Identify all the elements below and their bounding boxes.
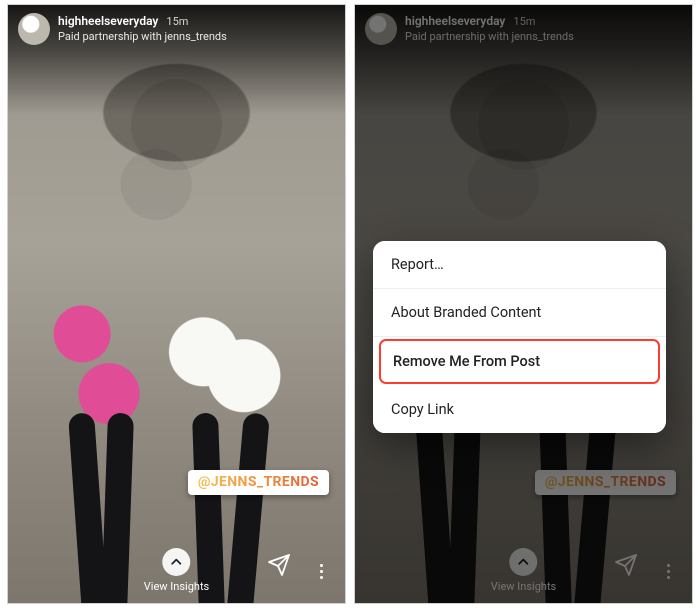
more-options-button[interactable]	[311, 561, 331, 581]
share-button[interactable]	[267, 553, 291, 581]
insights-label: View Insights	[144, 580, 209, 593]
story-header: highheelseveryday 15m Paid partnership w…	[18, 13, 335, 45]
mention-sticker[interactable]: @JENNS_TRENDS	[188, 470, 329, 495]
header-text: highheelseveryday 15m Paid partnership w…	[58, 13, 227, 45]
username[interactable]: highheelseveryday	[58, 13, 158, 29]
story-bottom-bar: View Insights	[8, 525, 345, 603]
paper-plane-icon	[267, 553, 291, 577]
avatar[interactable]	[18, 13, 50, 45]
action-sheet-item-report[interactable]: Report…	[373, 241, 666, 289]
mention-text: @JENNS_TRENDS	[198, 474, 319, 490]
story-view-menu-open: highheelseveryday 15m Paid partnership w…	[354, 4, 693, 604]
action-sheet-item-about-branded-content[interactable]: About Branded Content	[373, 289, 666, 337]
action-sheet-item-remove-me-from-post[interactable]: Remove Me From Post	[379, 339, 660, 384]
story-view-normal: highheelseveryday 15m Paid partnership w…	[7, 4, 346, 604]
dot-icon	[320, 570, 323, 573]
chevron-up-icon	[163, 548, 191, 576]
action-sheet: Report… About Branded Content Remove Me …	[373, 241, 666, 433]
dot-icon	[320, 564, 323, 567]
time-ago: 15m	[166, 15, 188, 30]
view-insights-button[interactable]: View Insights	[144, 548, 209, 593]
partnership-line[interactable]: Paid partnership with jenns_trends	[58, 30, 227, 45]
action-sheet-item-copy-link[interactable]: Copy Link	[373, 386, 666, 433]
dot-icon	[320, 576, 323, 579]
